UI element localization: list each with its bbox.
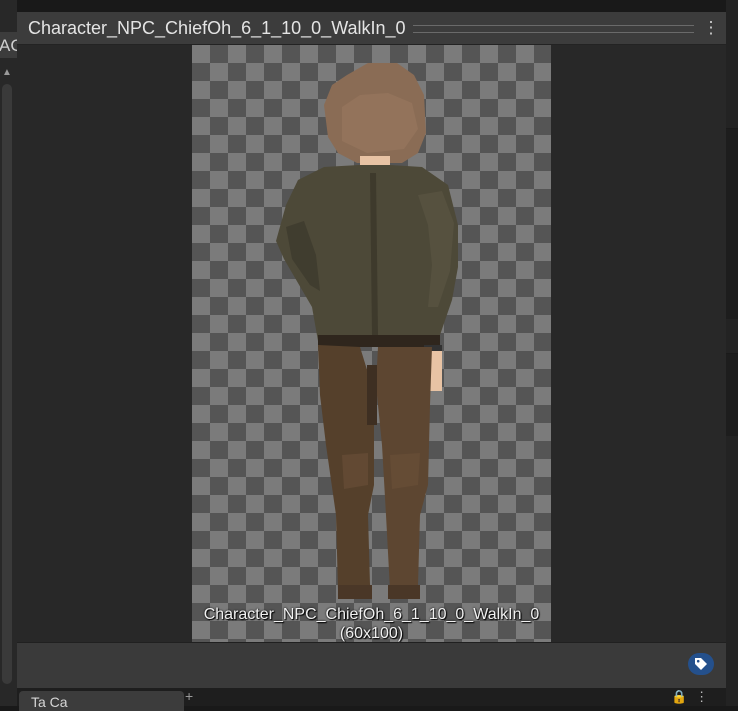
drag-grip[interactable] [413,25,694,33]
tag-icon [695,658,707,670]
left-scrollbar[interactable] [2,84,12,684]
bottom-tab-bar: Ta Ca + 🔒⋮ [17,688,726,711]
bottom-panel-icons[interactable]: 🔒⋮ [671,689,716,705]
add-tab-icon[interactable]: + [185,688,193,704]
inspector-window: Character_NPC_ChiefOh_6_1_10_0_WalkIn_0 … [17,12,726,689]
sprite-caption: Character_NPC_ChiefOh_6_1_10_0_WalkIn_0 … [17,605,726,643]
bottom-tab[interactable]: Ta Ca [19,691,184,711]
right-dock-segment [726,353,738,436]
sprite-size-label: (60x100) [339,625,404,642]
left-dock-panel: AC ▲ [0,0,17,706]
scroll-up-arrow-icon[interactable]: ▲ [0,66,14,80]
sprite-preview-area: Character_NPC_ChiefOh_6_1_10_0_WalkIn_0 … [17,45,726,642]
inspector-header: Character_NPC_ChiefOh_6_1_10_0_WalkIn_0 … [17,12,726,45]
right-dock-segment [726,128,738,319]
asset-labels-bar [17,642,726,689]
sprite-canvas [192,45,551,642]
right-dock-edge [726,0,738,706]
asset-label-button[interactable] [688,653,714,675]
sprite-name-label: Character_NPC_ChiefOh_6_1_10_0_WalkIn_0 [203,606,540,623]
bottom-tab-label: Ta Ca [31,694,68,710]
left-panel-tab-label: AC [0,36,17,55]
asset-title: Character_NPC_ChiefOh_6_1_10_0_WalkIn_0 [28,18,406,38]
kebab-menu-icon[interactable]: ⋮ [699,18,723,38]
left-panel-tab[interactable]: AC [0,32,17,58]
npc-character-sprite [276,63,458,599]
